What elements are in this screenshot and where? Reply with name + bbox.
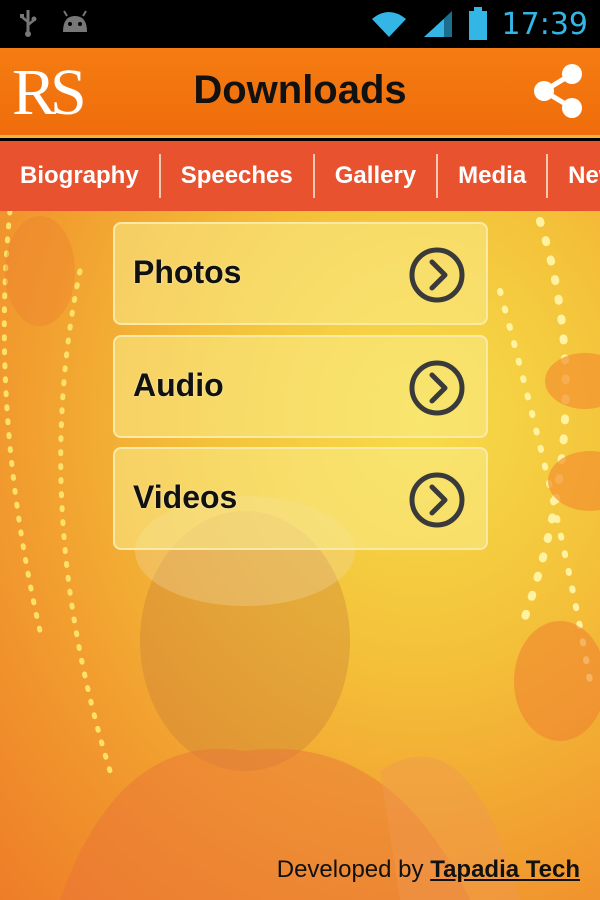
developer-link[interactable]: Tapadia Tech bbox=[430, 856, 580, 883]
app-header: RS Downloads bbox=[0, 48, 600, 138]
photos-card[interactable]: Photos bbox=[113, 222, 488, 325]
share-icon[interactable] bbox=[532, 62, 584, 120]
audio-label: Audio bbox=[133, 367, 224, 403]
status-time: 17:39 bbox=[501, 6, 588, 42]
tab-media[interactable]: Media bbox=[438, 154, 549, 198]
audio-card[interactable]: Audio bbox=[113, 335, 488, 438]
wifi-icon bbox=[371, 12, 406, 37]
credit-prefix: Developed by bbox=[276, 856, 424, 883]
developer-credit: Developed by Tapadia Tech bbox=[277, 856, 580, 884]
android-debug-icon bbox=[63, 10, 87, 32]
usb-icon bbox=[20, 10, 37, 37]
tab-bar: Biography Speeches Gallery Media News bbox=[0, 141, 600, 211]
battery-icon bbox=[468, 7, 487, 40]
chevron-right-icon bbox=[409, 360, 465, 416]
tab-gallery[interactable]: Gallery bbox=[315, 154, 439, 198]
tab-speeches[interactable]: Speeches bbox=[161, 154, 315, 198]
downloads-content: Photos Audio Videos Developed by Tapadia… bbox=[0, 211, 600, 900]
signal-icon bbox=[423, 11, 452, 37]
chevron-right-icon bbox=[409, 247, 465, 303]
photos-label: Photos bbox=[133, 254, 242, 290]
videos-label: Videos bbox=[133, 479, 238, 515]
page-title: Downloads bbox=[193, 68, 407, 112]
status-bar: 17:39 bbox=[0, 0, 600, 48]
videos-card[interactable]: Videos bbox=[113, 447, 488, 550]
chevron-right-icon bbox=[409, 472, 465, 528]
tab-biography[interactable]: Biography bbox=[0, 154, 161, 198]
tab-news[interactable]: News bbox=[548, 154, 600, 198]
